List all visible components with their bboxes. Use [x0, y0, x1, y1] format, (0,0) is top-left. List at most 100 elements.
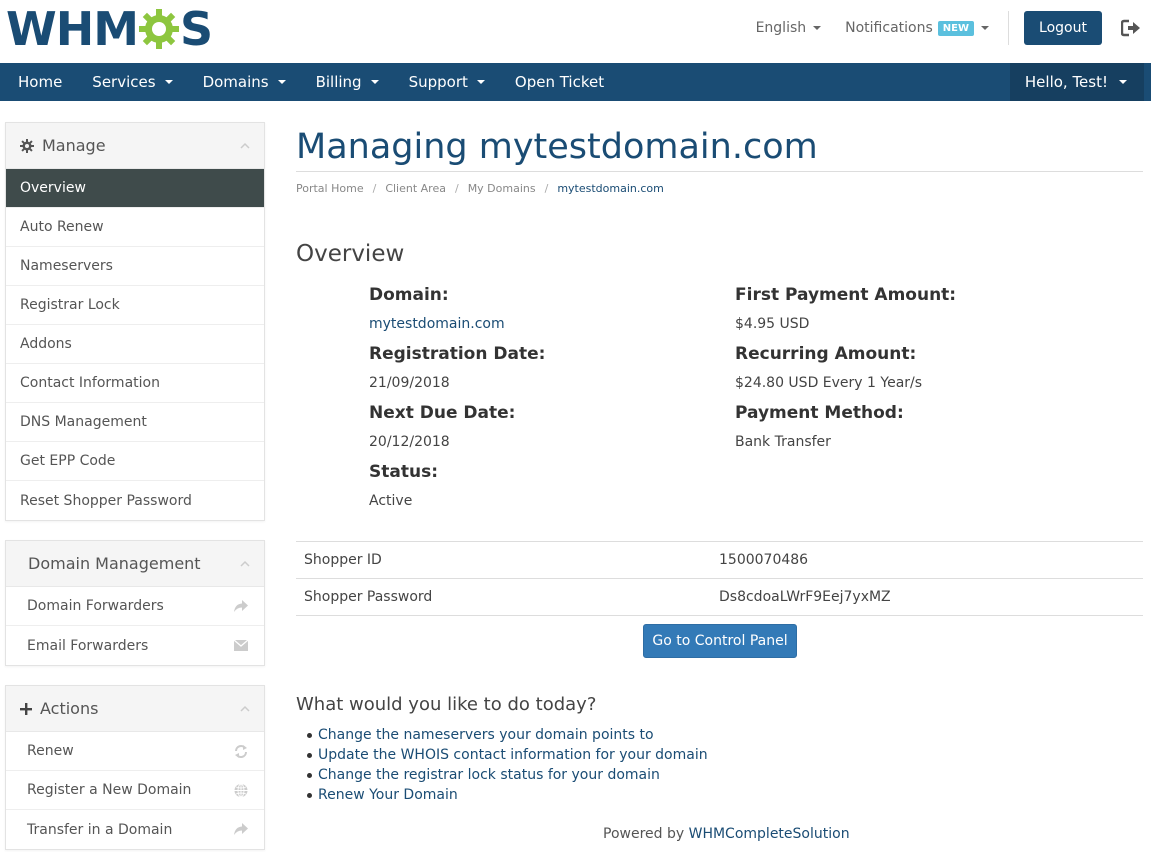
domain-management-panel-title: Domain Management — [28, 554, 201, 573]
caret-down-icon — [164, 80, 173, 84]
sidebar-item-get-epp-code[interactable]: Get EPP Code — [6, 442, 264, 481]
status-label: Status: — [369, 462, 438, 482]
breadcrumb: Portal Home / Client Area / My Domains / my… — [296, 182, 1143, 195]
chevron-up-icon[interactable] — [240, 141, 250, 151]
language-label: English — [755, 20, 807, 36]
main-navbar: Home Services Domains Billing Support Op… — [0, 63, 1151, 101]
next-due-date-label: Next Due Date: — [369, 403, 516, 423]
link-change-registrar-lock[interactable]: Change the registrar lock status for you… — [307, 765, 708, 785]
status-value: Active — [369, 493, 413, 509]
footer-link[interactable]: WHMCompleteSolution — [689, 826, 850, 842]
link-update-whois[interactable]: Update the WHOIS contact information for… — [307, 745, 708, 765]
envelope-icon — [233, 639, 249, 651]
sign-out-icon[interactable] — [1121, 19, 1141, 37]
actions-panel-header[interactable]: Actions — [6, 686, 264, 732]
nav-domains[interactable]: Domains — [188, 63, 301, 101]
nav-billing-label: Billing — [315, 73, 362, 91]
transfer-in-domain-label: Transfer in a Domain — [27, 821, 173, 838]
sidebar-item-nameservers[interactable]: Nameservers — [6, 247, 264, 286]
sidebar-item-register-new-domain[interactable]: Register a New Domain — [6, 771, 264, 810]
shopper-id-label: Shopper ID — [296, 541, 719, 579]
caret-down-icon — [370, 80, 379, 84]
sidebar-item-contact-information[interactable]: Contact Information — [6, 364, 264, 403]
sidebar-item-transfer-in-domain[interactable]: Transfer in a Domain — [6, 810, 264, 849]
table-row: Shopper Password Ds8cdoaLWrF9Eej7yxMZ — [296, 578, 1143, 616]
sidebar-item-registrar-lock[interactable]: Registrar Lock — [6, 286, 264, 325]
sidebar-item-overview[interactable]: Overview — [6, 169, 264, 208]
domain-management-panel-header[interactable]: Domain Management — [6, 541, 264, 587]
manage-panel: Manage Overview Auto Renew Nameservers R… — [5, 122, 265, 521]
user-greeting: Hello, Test! — [1024, 73, 1108, 91]
domain-link[interactable]: mytestdomain.com — [369, 316, 505, 332]
link-renew-domain[interactable]: Renew Your Domain — [307, 785, 708, 805]
shopper-id-value: 1500070486 — [719, 541, 1143, 579]
caret-down-icon — [277, 80, 286, 84]
caret-down-icon — [813, 26, 822, 30]
table-row: Shopper ID 1500070486 — [296, 541, 1143, 579]
refresh-icon — [235, 745, 247, 758]
sidebar-item-dns-management[interactable]: DNS Management — [6, 403, 264, 442]
register-new-domain-label: Register a New Domain — [27, 782, 192, 798]
sidebar-item-auto-renew[interactable]: Auto Renew — [6, 208, 264, 247]
recurring-amount-label: Recurring Amount: — [735, 344, 917, 364]
plus-icon — [20, 702, 32, 715]
shopper-info-table: Shopper ID 1500070486 Shopper Password D… — [296, 541, 1143, 616]
first-payment-label: First Payment Amount: — [735, 285, 957, 305]
cog-icon — [20, 138, 34, 153]
renew-label: Renew — [27, 743, 74, 759]
globe-icon — [234, 783, 248, 798]
whmcs-logo[interactable]: WHM S — [6, 4, 213, 54]
go-to-control-panel-button[interactable]: Go to Control Panel — [643, 624, 797, 658]
todo-title: What would you like to do today? — [296, 694, 597, 715]
nav-services[interactable]: Services — [77, 63, 187, 101]
nav-home-label: Home — [18, 73, 63, 91]
share-icon — [234, 823, 248, 835]
nav-open-ticket-label: Open Ticket — [514, 73, 605, 91]
breadcrumb-separator: / — [454, 182, 459, 195]
footer-prefix: Powered by — [603, 826, 685, 842]
top-header: WHM S English Notifications NEW Logout — [0, 0, 1151, 63]
link-change-nameservers[interactable]: Change the nameservers your domain point… — [307, 725, 708, 745]
breadcrumb-portal-home[interactable]: Portal Home — [296, 182, 364, 195]
payment-method-value: Bank Transfer — [735, 434, 831, 450]
sidebar-item-reset-shopper-password[interactable]: Reset Shopper Password — [6, 481, 264, 520]
nav-domains-label: Domains — [202, 73, 269, 91]
caret-down-icon — [1119, 80, 1127, 84]
actions-panel-title: Actions — [40, 699, 99, 718]
payment-method-label: Payment Method: — [735, 403, 904, 423]
footer: Powered by WHMCompleteSolution — [603, 826, 850, 842]
caret-down-icon — [981, 26, 989, 30]
email-forwarders-label: Email Forwarders — [27, 637, 149, 654]
next-due-date-value: 20/12/2018 — [369, 434, 450, 450]
nav-support-label: Support — [408, 73, 468, 91]
nav-services-label: Services — [92, 73, 156, 91]
sidebar-item-email-forwarders[interactable]: Email Forwarders — [6, 626, 264, 665]
nav-support[interactable]: Support — [394, 63, 500, 101]
notifications-label: Notifications — [845, 20, 933, 36]
domain-forwarders-label: Domain Forwarders — [27, 598, 164, 614]
nav-billing[interactable]: Billing — [301, 63, 394, 101]
recurring-amount-value: $24.80 USD Every 1 Year/s — [735, 375, 923, 391]
breadcrumb-client-area[interactable]: Client Area — [385, 182, 446, 195]
notifications-dropdown[interactable]: Notifications NEW — [845, 20, 989, 36]
caret-down-icon — [476, 80, 485, 84]
actions-panel: Actions Renew Register a New Domain Tran… — [5, 685, 265, 850]
sidebar-item-addons[interactable]: Addons — [6, 325, 264, 364]
page-title: Managing mytestdomain.com — [296, 120, 1143, 172]
logout-button[interactable]: Logout — [1024, 11, 1102, 45]
domain-management-panel: Domain Management Domain Forwarders Emai… — [5, 540, 265, 666]
sidebar-item-domain-forwarders[interactable]: Domain Forwarders — [6, 587, 264, 626]
language-dropdown[interactable]: English — [756, 20, 822, 36]
nav-home[interactable]: Home — [0, 63, 77, 101]
breadcrumb-my-domains[interactable]: My Domains — [468, 182, 536, 195]
main-content: Managing mytestdomain.com Portal Home / C… — [296, 120, 1143, 542]
sidebar-item-renew[interactable]: Renew — [6, 732, 264, 771]
chevron-up-icon[interactable] — [240, 704, 250, 714]
nav-open-ticket[interactable]: Open Ticket — [500, 63, 619, 101]
manage-panel-header[interactable]: Manage — [6, 123, 264, 169]
user-menu[interactable]: Hello, Test! — [1009, 63, 1144, 101]
chevron-up-icon[interactable] — [240, 559, 250, 569]
todo-list: Change the nameservers your domain point… — [307, 725, 708, 805]
domain-label: Domain: — [369, 285, 449, 305]
breadcrumb-separator: / — [372, 182, 377, 195]
